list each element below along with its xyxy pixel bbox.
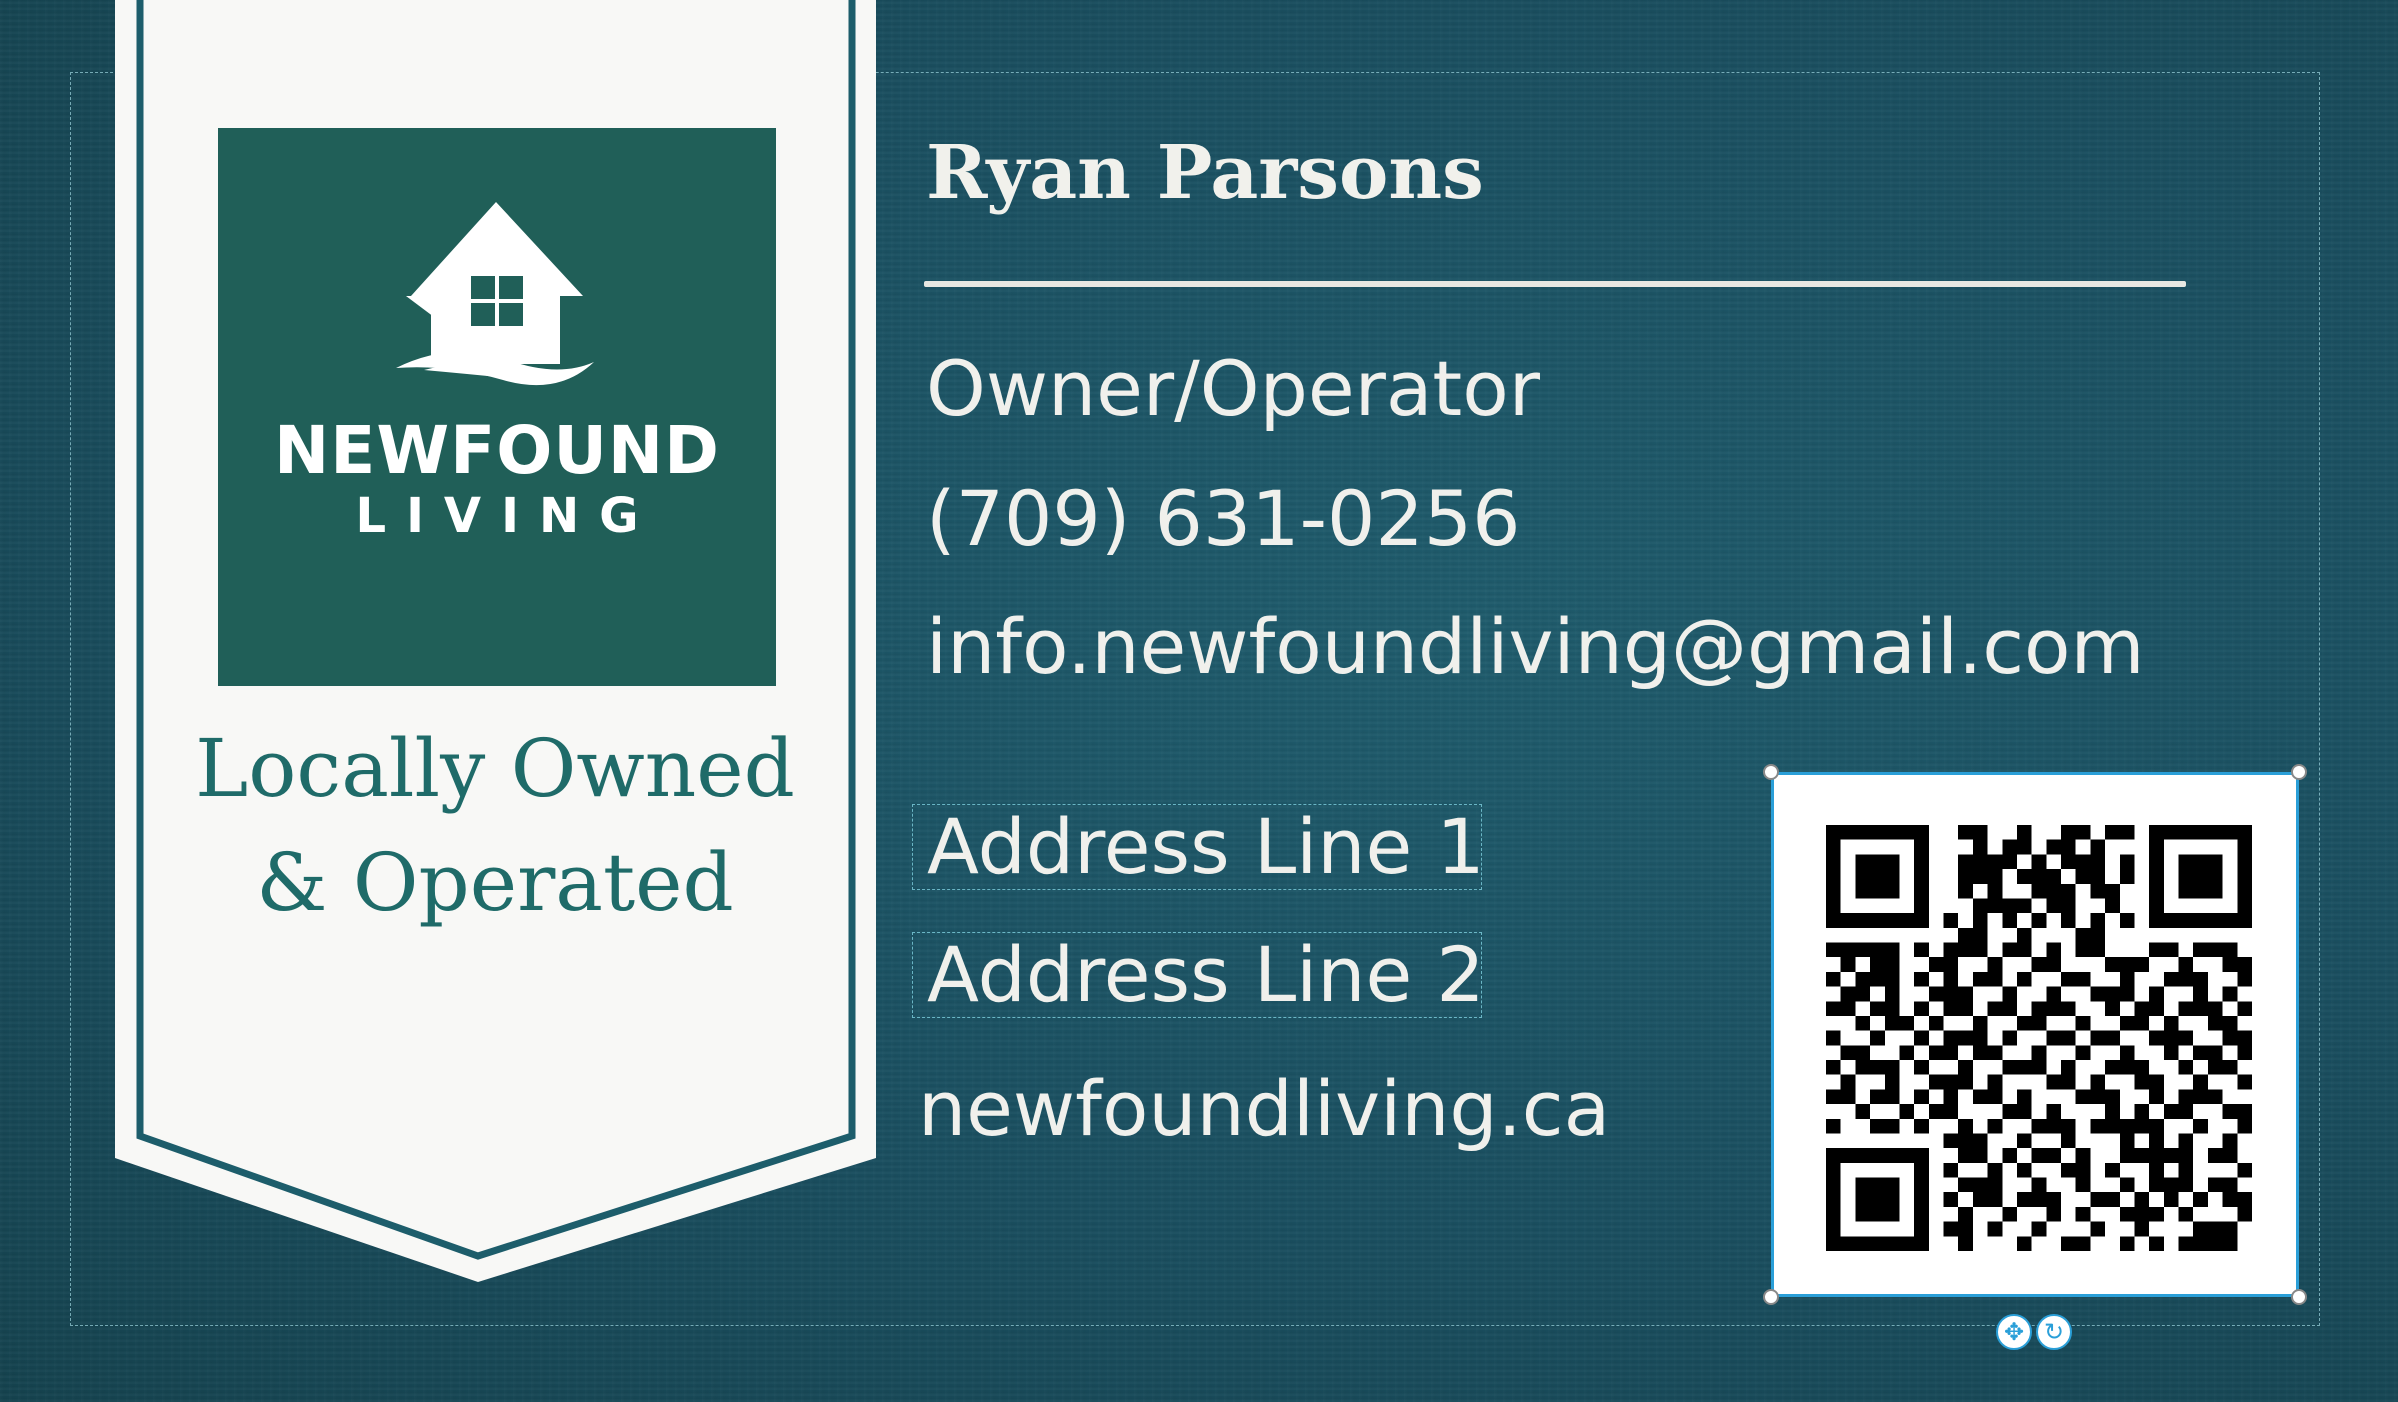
logo-brand-name: NEWFOUND <box>274 412 720 489</box>
address-line-2-box[interactable]: Address Line 2 <box>912 930 1485 1019</box>
rotate-icon: ↻ <box>2043 1318 2065 1346</box>
job-title[interactable]: Owner/Operator <box>926 344 1540 433</box>
logo-brand-subtitle: LIVING <box>355 488 659 544</box>
address-line-1-box[interactable]: Address Line 1 <box>912 802 1485 891</box>
tagline-line-2[interactable]: & Operated <box>150 826 840 940</box>
address-line-2[interactable]: Address Line 2 <box>927 930 1485 1019</box>
house-icon <box>396 202 594 386</box>
resize-handle-bottom-left[interactable] <box>1763 1289 1779 1305</box>
resize-handle-top-right[interactable] <box>2291 764 2307 780</box>
divider-line[interactable] <box>924 281 2186 287</box>
business-card-canvas: NEWFOUND LIVING Locally Owned & Operated… <box>0 0 2398 1402</box>
email-address[interactable]: info.newfoundliving@gmail.com <box>926 602 2145 691</box>
qr-code-frame[interactable] <box>1771 772 2299 1297</box>
resize-handle-bottom-right[interactable] <box>2291 1289 2307 1305</box>
address-line-1[interactable]: Address Line 1 <box>927 802 1485 891</box>
move-icon: ✥ <box>2003 1318 2025 1346</box>
move-button[interactable]: ✥ <box>1996 1314 2032 1350</box>
resize-handle-top-left[interactable] <box>1763 764 1779 780</box>
company-logo[interactable]: NEWFOUND LIVING <box>218 128 776 686</box>
phone-number[interactable]: (709) 631-0256 <box>926 474 1520 563</box>
rotate-button[interactable]: ↻ <box>2036 1314 2072 1350</box>
qr-code-icon <box>1826 825 2252 1251</box>
contact-name[interactable]: Ryan Parsons <box>926 130 1484 216</box>
website-url[interactable]: newfoundliving.ca <box>918 1064 1610 1153</box>
tagline-line-1[interactable]: Locally Owned <box>150 712 840 826</box>
